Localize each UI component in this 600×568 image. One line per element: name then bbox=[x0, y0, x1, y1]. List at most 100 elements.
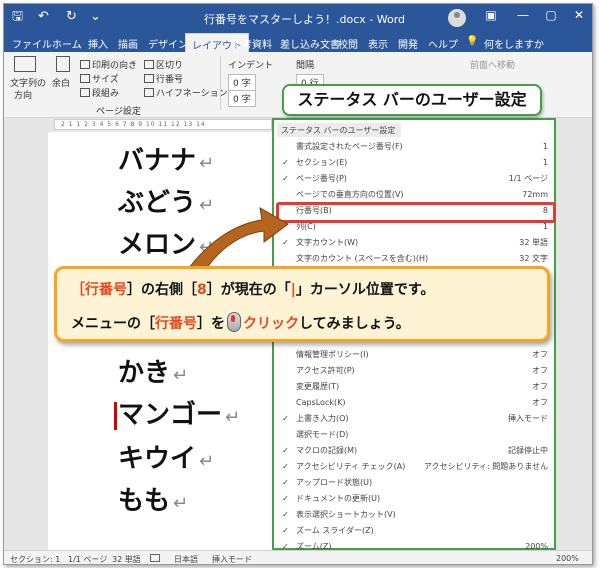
menu-item[interactable]: 書式設定されたページ番号(F) 1 bbox=[274, 139, 554, 155]
text-direction-icon[interactable] bbox=[14, 56, 36, 72]
menu-item-label: ドキュメントの更新(U) bbox=[296, 494, 381, 503]
text-direction-label-2[interactable]: 方向 bbox=[14, 88, 32, 101]
size-button[interactable]: サイズ bbox=[80, 72, 119, 85]
menu-item-value: 1 bbox=[542, 158, 548, 167]
close-icon[interactable]: ✕ bbox=[570, 8, 588, 22]
tab-view[interactable]: 表示 bbox=[368, 36, 388, 51]
orientation-button[interactable]: 印刷の向き bbox=[80, 58, 137, 71]
menu-item-label: 変更履歴(T) bbox=[296, 382, 340, 391]
menu-item[interactable]: ページでの垂直方向の位置(V) 72mm bbox=[274, 187, 554, 203]
tab-home[interactable]: ホーム bbox=[52, 36, 82, 51]
menu-item-label: CapsLock(K) bbox=[296, 398, 346, 407]
save-icon[interactable]: 🖫 bbox=[12, 10, 23, 24]
customize-qat-icon[interactable]: ⌄ bbox=[90, 10, 101, 24]
ribbon-display-icon[interactable]: ▣ bbox=[482, 8, 500, 22]
line-numbers-icon bbox=[144, 74, 154, 83]
tab-references[interactable]: 参考資料 bbox=[232, 36, 272, 51]
menu-item[interactable]: 変更履歴(T) オフ bbox=[274, 379, 554, 395]
checkmark-icon: ✓ bbox=[282, 414, 289, 423]
instruction-line-1: ［行番号］の右側［8］が現在の「|」カーソル位置です。 bbox=[71, 282, 435, 298]
menu-item[interactable]: ✓ ドキュメントの更新(U) bbox=[274, 491, 554, 507]
menu-item-label: 表示選択ショートカット(V) bbox=[296, 510, 396, 519]
ribbon-separator bbox=[220, 56, 221, 110]
menu-item[interactable]: ✓ ページ番号(P) 1/1 ページ bbox=[274, 171, 554, 187]
margins-button[interactable]: 余白 bbox=[52, 76, 70, 89]
hyphenation-icon bbox=[144, 88, 154, 97]
menu-item-value: 挿入モード bbox=[508, 414, 548, 423]
bring-forward-button[interactable]: 前面へ移動 bbox=[470, 58, 515, 71]
paragraph-mark-icon: ↵ bbox=[225, 407, 241, 428]
tab-design[interactable]: デザイン bbox=[148, 36, 188, 51]
document-title: 行番号をマスターしよう！.docx - Word bbox=[204, 13, 406, 26]
tab-developer[interactable]: 開発 bbox=[398, 36, 418, 51]
menu-item[interactable]: CapsLock(K) オフ bbox=[274, 395, 554, 411]
document-line: バナナ ↵ bbox=[118, 146, 215, 176]
margins-icon[interactable] bbox=[56, 56, 70, 72]
checkmark-icon: ✓ bbox=[282, 494, 289, 503]
tell-me-box[interactable]: 何をしますか bbox=[484, 36, 544, 51]
breaks-button[interactable]: 区切り bbox=[144, 58, 183, 71]
proofing-icon[interactable] bbox=[150, 554, 160, 562]
maximize-icon[interactable]: ▢ bbox=[542, 8, 560, 22]
status-zoom[interactable]: 200% bbox=[556, 554, 579, 563]
tab-help[interactable]: ヘルプ bbox=[428, 36, 458, 51]
menu-header: ステータス バーのユーザー設定 bbox=[277, 123, 402, 137]
account-avatar[interactable] bbox=[448, 9, 466, 27]
spacing-label: 間隔 bbox=[296, 61, 315, 71]
menu-item[interactable]: ✓ アップロード状態(U) bbox=[274, 475, 554, 491]
menu-item-label: ページ番号(P) bbox=[296, 174, 347, 183]
menu-item-value: 32 文字 bbox=[519, 254, 548, 263]
menu-item-label: アクセシビリティ チェック(A) bbox=[296, 462, 406, 471]
status-language[interactable]: 日本語 bbox=[174, 554, 198, 564]
menu-item[interactable]: ✓ アクセシビリティ チェック(A) アクセシビリティ: 問題ありません bbox=[274, 459, 554, 475]
checkmark-icon: ✓ bbox=[282, 510, 289, 519]
tab-review[interactable]: 校閲 bbox=[338, 36, 358, 51]
menu-item[interactable]: ✓ 表示選択ショートカット(V) bbox=[274, 507, 554, 523]
menu-item-label: マクロの記録(M) bbox=[296, 446, 358, 455]
status-mode[interactable]: 挿入モード bbox=[212, 554, 252, 564]
indent-right-input[interactable]: 0 字 bbox=[228, 90, 256, 107]
menu-item-label: 選択モード(D) bbox=[296, 430, 349, 439]
indent-label: インデント bbox=[228, 61, 274, 71]
status-page[interactable]: 1/1 ページ bbox=[68, 554, 107, 564]
undo-icon[interactable]: ↶ bbox=[38, 10, 49, 24]
menu-item[interactable]: 情報管理ポリシー(I) オフ bbox=[274, 347, 554, 363]
menu-item-label: 文字のカウント (スペースを含む)(H) bbox=[296, 254, 429, 263]
menu-item[interactable]: ✓ 文字カウント(W) 32 単語 bbox=[274, 235, 554, 251]
callout-title: ステータス バーのユーザー設定 bbox=[282, 84, 542, 116]
menu-item[interactable]: 文字のカウント (スペースを含む)(H) 32 文字 bbox=[274, 251, 554, 267]
menu-item-value: オフ bbox=[532, 398, 548, 407]
checkmark-icon: ✓ bbox=[282, 478, 289, 487]
redo-icon[interactable]: ↻ bbox=[66, 10, 77, 24]
tab-insert[interactable]: 挿入 bbox=[88, 36, 108, 51]
menu-item[interactable]: ✓ ズーム スライダー(Z) bbox=[274, 523, 554, 539]
menu-item[interactable]: ✓ マクロの記録(M) 記録停止中 bbox=[274, 443, 554, 459]
horizontal-ruler[interactable]: 2 1 1 2 3 4 5 6 7 8 9 10 11 12 13 14 bbox=[54, 119, 272, 130]
tab-mailings[interactable]: 差し込み文書 bbox=[280, 36, 340, 51]
tab-draw[interactable]: 描画 bbox=[118, 36, 138, 51]
status-bar: セクション: 1 1/1 ページ 32 単語 日本語 挿入モード 200% bbox=[4, 550, 592, 564]
menu-item[interactable]: 選択モード(D) bbox=[274, 427, 554, 443]
line-number-highlight bbox=[276, 202, 556, 223]
tab-file[interactable]: ファイル bbox=[12, 36, 52, 51]
menu-item-label: ズーム スライダー(Z) bbox=[296, 526, 374, 535]
line-numbers-button[interactable]: 行番号 bbox=[144, 72, 183, 85]
document-line: もも ↵ bbox=[118, 486, 189, 516]
paragraph-mark-icon: ↵ bbox=[173, 493, 189, 514]
menu-item[interactable]: ✓ 上書き入力(O) 挿入モード bbox=[274, 411, 554, 427]
minimize-icon[interactable]: — bbox=[514, 8, 532, 22]
menu-item-value: オフ bbox=[532, 350, 548, 359]
menu-item[interactable]: アクセス許可(P) オフ bbox=[274, 363, 554, 379]
columns-button[interactable]: 段組み bbox=[80, 86, 119, 99]
indent-left-input[interactable]: 0 字 bbox=[228, 74, 256, 91]
paragraph-mark-icon: ↵ bbox=[199, 153, 215, 174]
checkmark-icon: ✓ bbox=[282, 446, 289, 455]
hyphenation-button[interactable]: ハイフネーション bbox=[144, 86, 228, 99]
lightbulb-icon: 💡 bbox=[466, 36, 479, 47]
checkmark-icon: ✓ bbox=[282, 174, 289, 183]
status-section[interactable]: セクション: 1 bbox=[10, 554, 60, 564]
status-words[interactable]: 32 単語 bbox=[112, 554, 141, 564]
paragraph-mark-icon: ↵ bbox=[173, 365, 189, 386]
menu-item[interactable]: ✓ セクション(E) 1 bbox=[274, 155, 554, 171]
breaks-icon bbox=[144, 60, 154, 69]
